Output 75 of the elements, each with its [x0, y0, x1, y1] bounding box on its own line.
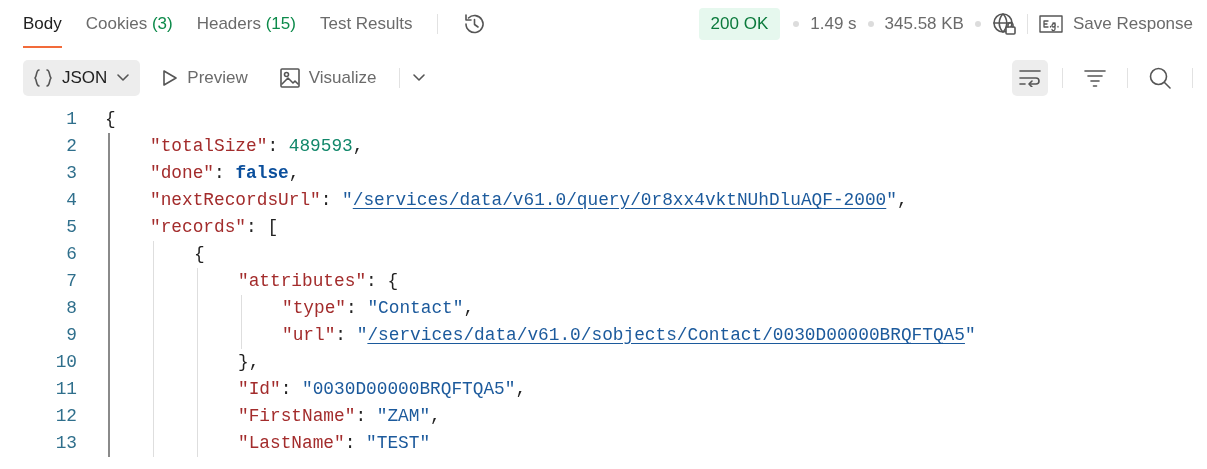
line-number: 8: [65, 297, 77, 320]
braces-icon: [33, 68, 53, 88]
search-icon: [1149, 67, 1171, 89]
punctuation: ,: [896, 190, 908, 210]
string-value: ": [342, 190, 353, 210]
url-link[interactable]: /services/data/v61.0/sobjects/Contact/0030D00000BRQFTQA5: [367, 325, 965, 345]
punctuation: ,: [463, 298, 475, 318]
punctuation: :: [344, 433, 357, 453]
string-value: ": [356, 325, 368, 345]
globe-lock-icon[interactable]: [991, 12, 1016, 36]
json-key: "LastName": [238, 433, 345, 453]
punctuation: :: [335, 325, 348, 345]
line-number: 9: [65, 324, 77, 347]
punctuation: ,: [352, 136, 364, 156]
play-icon: [162, 69, 179, 87]
tab[interactable]: Cookies (3): [85, 0, 173, 48]
punctuation: :: [280, 379, 293, 399]
string-value: "TEST": [366, 433, 431, 453]
tab[interactable]: Headers (15): [196, 0, 296, 48]
line-number: 5: [65, 216, 77, 239]
punctuation: },: [238, 352, 260, 372]
punctuation: : {: [366, 271, 399, 291]
json-key: "attributes": [238, 271, 367, 291]
json-key: "FirstName": [238, 406, 356, 426]
view-mode-tab[interactable]: Visualize: [269, 60, 387, 96]
json-key: "totalSize": [150, 136, 268, 156]
punctuation: :: [346, 298, 358, 318]
line-number: 13: [54, 432, 77, 455]
save-response-button[interactable]: Save Response: [1038, 14, 1193, 34]
punctuation: ,: [430, 406, 441, 426]
string-value: "ZAM": [376, 406, 431, 426]
punctuation: {: [105, 109, 116, 129]
example-icon: [1038, 14, 1063, 34]
json-key: "nextRecordsUrl": [150, 190, 321, 210]
punctuation: :: [320, 190, 333, 210]
json-key: "Id": [238, 379, 281, 399]
tab[interactable]: Test Results: [319, 0, 413, 48]
punctuation: {: [194, 244, 205, 264]
line-number: 7: [65, 270, 77, 293]
filter-icon: [1084, 69, 1106, 87]
punctuation: :: [355, 406, 368, 426]
tab[interactable]: Body: [23, 0, 62, 48]
line-number: 6: [65, 243, 77, 266]
punctuation: ,: [515, 379, 527, 399]
json-key: "records": [150, 217, 247, 237]
response-size: 345.58 KB: [884, 14, 964, 34]
line-number: 1: [65, 108, 77, 131]
view-mode-tab[interactable]: Preview: [152, 60, 258, 96]
punctuation: :: [214, 163, 226, 183]
line-number: 11: [54, 378, 77, 401]
number-value: 489593: [288, 136, 353, 156]
url-link[interactable]: /services/data/v61.0/query/0r8xx4vktNUhDluAQF-2000: [352, 190, 887, 210]
line-number: 2: [65, 135, 77, 158]
json-key: "type": [282, 298, 347, 318]
punctuation: ,: [288, 163, 300, 183]
line-number: 12: [54, 405, 77, 428]
view-mode-tab[interactable]: JSON: [23, 60, 141, 96]
string-value: ": [886, 190, 897, 210]
status-badge: 200 OK: [698, 8, 781, 40]
punctuation: :: [267, 136, 280, 156]
json-key: "url": [282, 325, 336, 345]
line-number: 10: [54, 351, 77, 374]
response-time: 1.49 s: [810, 14, 857, 34]
wrap-button[interactable]: [1012, 60, 1048, 96]
line-number: 3: [65, 162, 77, 185]
wrap-text-icon: [1019, 69, 1041, 87]
json-key: "done": [150, 163, 215, 183]
boolean-value: false: [235, 163, 289, 183]
string-value: ": [964, 325, 976, 345]
string-value: "0030D00000BRQFTQA5": [302, 379, 516, 399]
chevron-down-icon[interactable]: [411, 73, 426, 83]
image-icon: [279, 68, 300, 88]
line-number: 4: [65, 189, 77, 212]
string-value: "Contact": [367, 298, 464, 318]
punctuation: : [: [246, 217, 279, 237]
